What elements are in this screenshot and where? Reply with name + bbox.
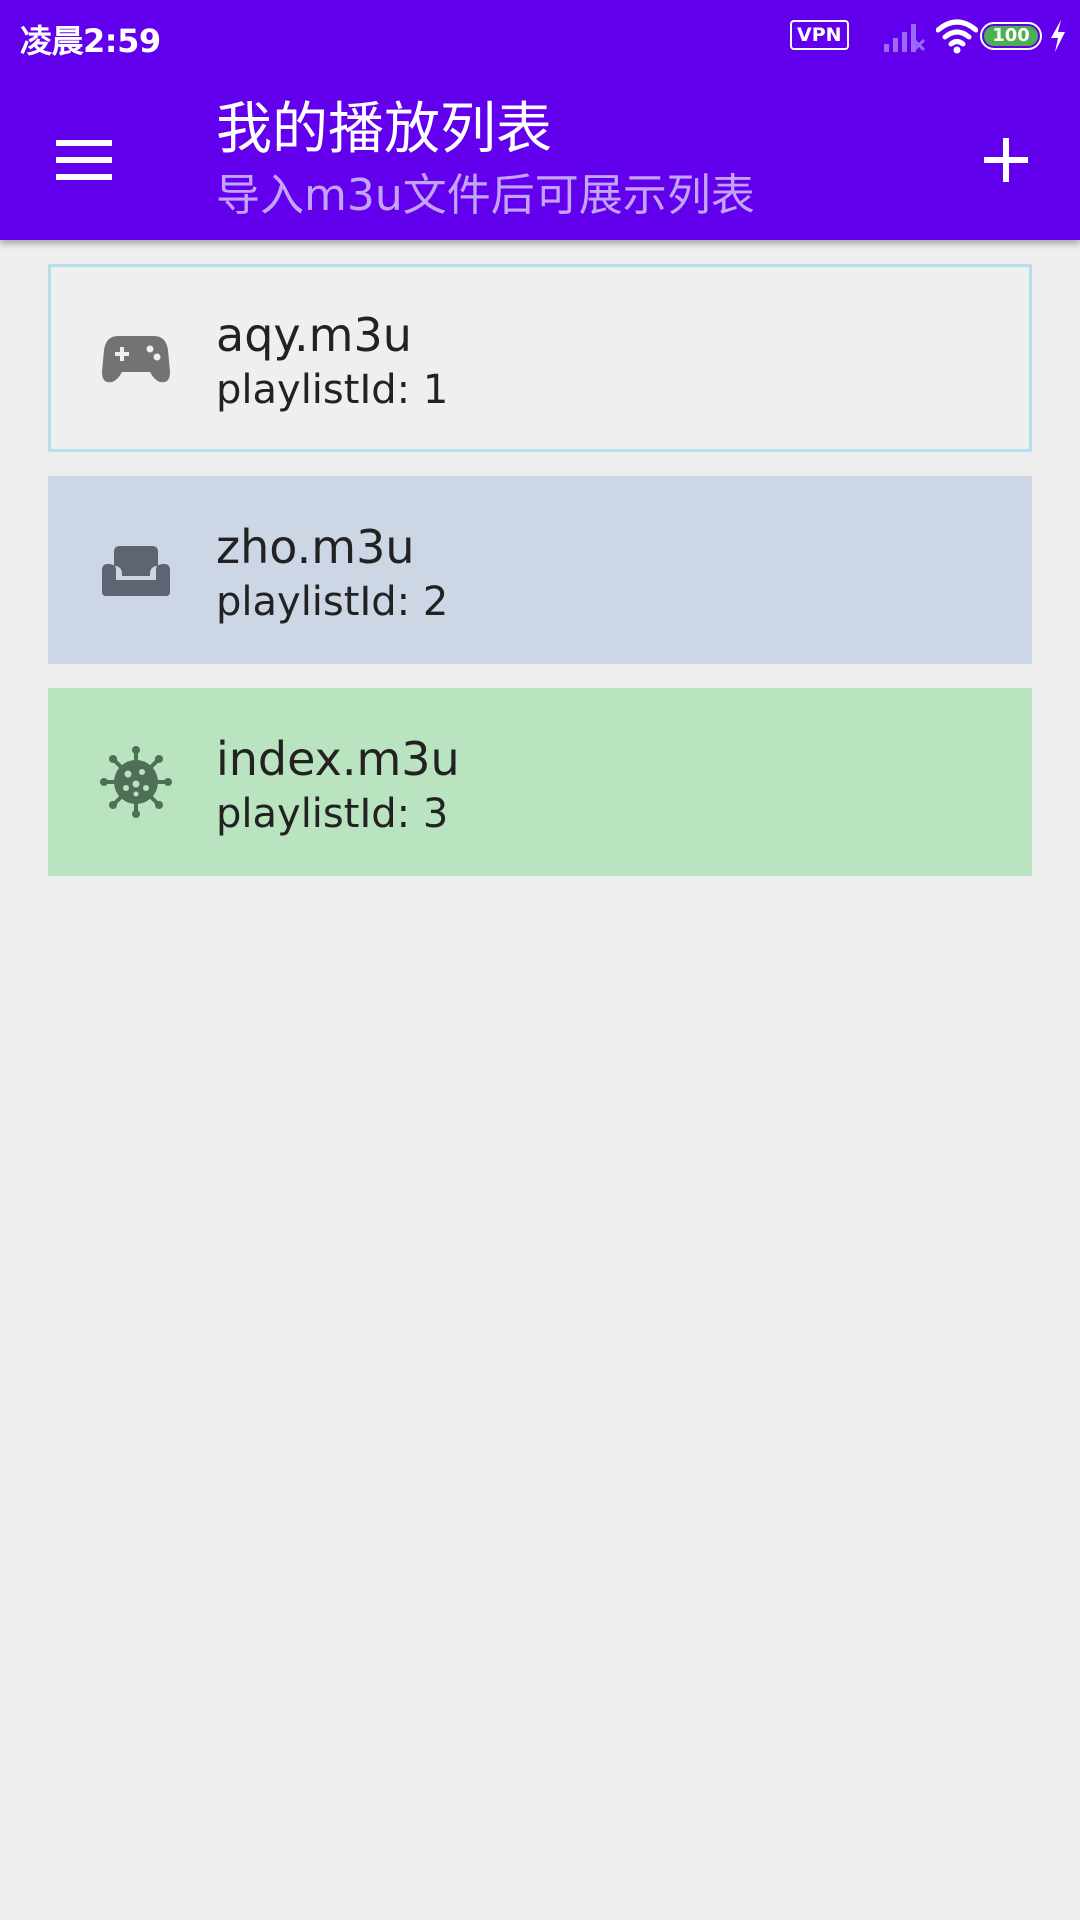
status-time: 凌晨2:59 xyxy=(20,22,161,60)
playlist-name: aqy.m3u xyxy=(216,308,412,362)
playlist-name: zho.m3u xyxy=(216,520,415,574)
menu-button[interactable] xyxy=(40,116,128,204)
playlist-list: aqy.m3u playlistId: 1 zho.m3u playlistId… xyxy=(48,264,1032,900)
playlist-item-zho[interactable]: zho.m3u playlistId: 2 xyxy=(48,476,1032,664)
add-playlist-button[interactable] xyxy=(962,116,1050,204)
page-title: 我的播放列表 xyxy=(216,97,552,162)
charging-icon xyxy=(1051,20,1065,52)
status-bar: 凌晨2:59 VPN 100 xyxy=(0,0,1080,72)
wifi-icon xyxy=(936,19,978,54)
playlist-id: playlistId: 3 xyxy=(216,791,449,837)
battery-icon: 100 xyxy=(980,22,1042,50)
menu-icon xyxy=(56,140,112,180)
battery-level: 100 xyxy=(984,26,1038,46)
playlist-item-aqy[interactable]: aqy.m3u playlistId: 1 xyxy=(48,264,1032,452)
page-subtitle: 导入m3u文件后可展示列表 xyxy=(216,170,755,221)
toolbar: 我的播放列表 导入m3u文件后可展示列表 xyxy=(0,72,1080,240)
gamepad-icon xyxy=(102,336,170,383)
signal-icon xyxy=(884,24,926,52)
playlist-id: playlistId: 2 xyxy=(216,579,449,625)
virus-icon xyxy=(100,746,172,818)
playlist-id: playlistId: 1 xyxy=(216,367,449,413)
playlist-name: index.m3u xyxy=(216,732,460,786)
vpn-icon: VPN xyxy=(790,20,849,50)
plus-icon xyxy=(984,138,1028,182)
sofa-icon xyxy=(102,546,170,596)
playlist-item-index[interactable]: index.m3u playlistId: 3 xyxy=(48,688,1032,876)
